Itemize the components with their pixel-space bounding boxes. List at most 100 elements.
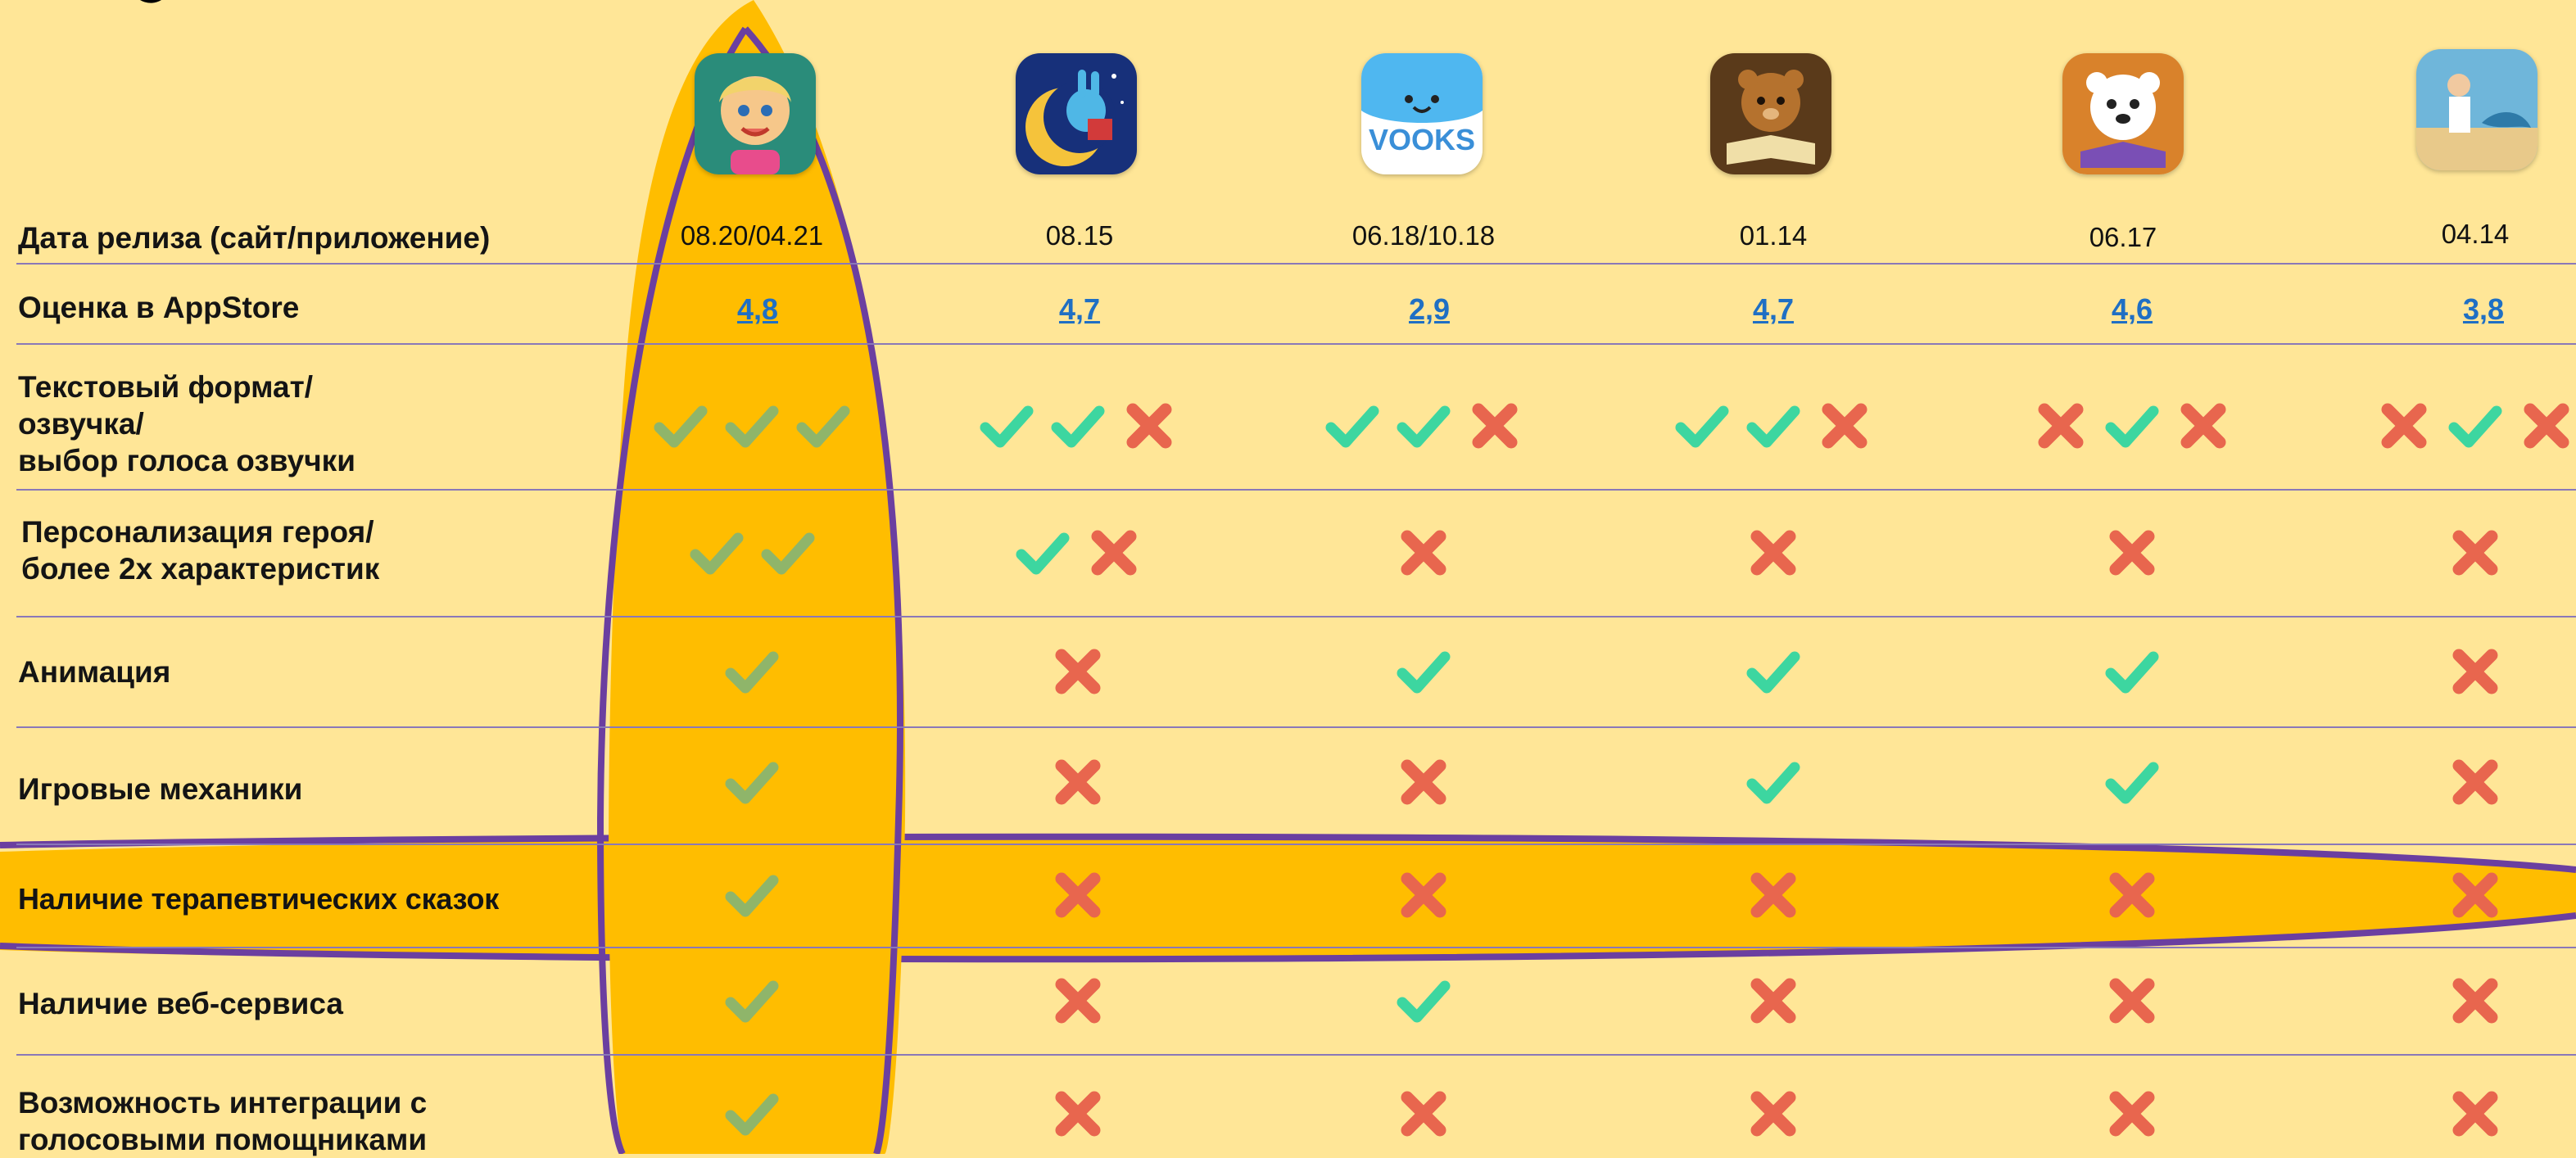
cross-icon — [1048, 753, 1107, 812]
appstore-rating-link[interactable]: 4,8 — [692, 292, 823, 327]
row-divider — [16, 489, 2576, 491]
check-icon — [2446, 396, 2505, 455]
cross-icon — [2517, 396, 2576, 455]
check-icon — [1673, 396, 1732, 455]
cross-icon — [1048, 1084, 1107, 1143]
row-label-line: озвучка/ — [18, 407, 144, 441]
cross-icon — [2446, 971, 2505, 1030]
row-divider — [16, 844, 2576, 845]
app-icon-3[interactable]: VOOKS — [1361, 53, 1483, 174]
app-icon-5[interactable] — [2062, 53, 2184, 174]
row-label-appstore-rating: Оценка в AppStore — [18, 291, 300, 324]
row-divider — [16, 263, 2576, 265]
cross-icon — [1744, 523, 1803, 582]
cross-icon — [1048, 642, 1107, 701]
check-icon — [2103, 642, 2162, 701]
check-icon — [1394, 396, 1453, 455]
check-icon — [977, 396, 1036, 455]
cross-icon — [1465, 396, 1524, 455]
vooks-cloud-icon: VOOKS — [1361, 53, 1483, 174]
row-label-personalization: Персонализация героя/ более 2х характери… — [21, 513, 379, 587]
row-label-game-mechanics: Игровые механики — [18, 772, 303, 806]
cross-icon — [2031, 396, 2090, 455]
row-label-web-service: Наличие веб-сервиса — [18, 987, 344, 1020]
girl-face-icon — [695, 53, 816, 174]
white-bear-icon — [2062, 53, 2184, 174]
check-icon — [722, 866, 781, 925]
cross-icon — [1048, 971, 1107, 1030]
cross-icon — [1744, 971, 1803, 1030]
release-date-cell: 06.17 — [2089, 222, 2157, 252]
bear-book-icon — [1710, 53, 1831, 174]
cross-icon — [2103, 523, 2162, 582]
check-icon — [722, 396, 781, 455]
release-date-cell: 04.14 — [2441, 219, 2510, 249]
app-icon-6[interactable] — [2416, 49, 2538, 170]
check-icon — [722, 971, 781, 1030]
cross-icon — [2375, 396, 2433, 455]
app-icon-4[interactable] — [1710, 53, 1831, 174]
appstore-rating-link[interactable]: 4,6 — [2067, 292, 2198, 327]
cross-icon — [1815, 396, 1874, 455]
appstore-rating-link[interactable]: 3,8 — [2418, 292, 2549, 327]
check-icon — [1744, 753, 1803, 812]
row-label-line: выбор голоса озвучки — [18, 444, 355, 477]
fisherman-icon — [2416, 49, 2538, 170]
cross-icon — [1084, 523, 1143, 582]
release-date-cell: 01.14 — [1739, 220, 1808, 251]
cross-icon — [1394, 866, 1453, 925]
row-divider — [16, 616, 2576, 617]
appstore-rating-link[interactable]: 4,7 — [1014, 292, 1145, 327]
cross-icon — [2446, 1084, 2505, 1143]
row-divider — [16, 947, 2576, 948]
check-icon — [651, 396, 710, 455]
cross-icon — [1120, 396, 1179, 455]
cross-icon — [2446, 753, 2505, 812]
check-icon — [722, 753, 781, 812]
check-icon — [1394, 642, 1453, 701]
row-divider — [16, 1054, 2576, 1056]
row-label-line: более 2х характеристик — [21, 552, 380, 586]
cross-icon — [1394, 1084, 1453, 1143]
cross-icon — [1394, 753, 1453, 812]
cross-icon — [2446, 866, 2505, 925]
cross-icon — [2446, 523, 2505, 582]
row-divider — [16, 343, 2576, 345]
release-date-cell: 08.20/04.21 — [680, 220, 824, 251]
vooks-wordmark: VOOKS — [1369, 123, 1475, 156]
cross-icon — [1048, 866, 1107, 925]
row-label-release-date: Дата релиза (сайт/приложение) — [18, 221, 491, 255]
row-label-animation: Анимация — [18, 655, 171, 689]
release-date-cell: 08.15 — [1045, 220, 1114, 251]
check-icon — [722, 642, 781, 701]
bunny-moon-icon — [1016, 53, 1137, 174]
check-icon — [794, 396, 853, 455]
row-label-line: Возможность интеграции с — [18, 1086, 428, 1120]
cross-icon — [2174, 396, 2233, 455]
row-label-line: Персонализация героя/ — [21, 515, 374, 549]
check-icon — [1394, 971, 1453, 1030]
check-icon — [1013, 523, 1072, 582]
cross-icon — [1744, 1084, 1803, 1143]
cross-icon — [2103, 1084, 2162, 1143]
check-icon — [1323, 396, 1382, 455]
check-icon — [2103, 753, 2162, 812]
appstore-rating-link[interactable]: 2,9 — [1364, 292, 1495, 327]
row-label-line: голосовыми помощниками — [18, 1123, 428, 1156]
cross-icon — [1394, 523, 1453, 582]
app-icon-1[interactable] — [695, 53, 816, 174]
row-label-line: Текстовый формат/ — [18, 370, 314, 404]
check-icon — [687, 523, 746, 582]
cross-icon — [2103, 971, 2162, 1030]
check-icon — [722, 1084, 781, 1143]
check-icon — [758, 523, 817, 582]
cross-icon — [2103, 866, 2162, 925]
row-label-voice-assistants: Возможность интеграции с голосовыми помо… — [18, 1084, 427, 1158]
cross-icon — [2446, 642, 2505, 701]
app-icon-2[interactable] — [1016, 53, 1137, 174]
highlight-overlay — [0, 0, 2576, 1154]
appstore-rating-link[interactable]: 4,7 — [1708, 292, 1839, 327]
row-label-therapeutic-tales: Наличие терапевтических сказок — [18, 882, 500, 916]
release-date-cell: 06.18/10.18 — [1351, 220, 1496, 251]
check-icon — [1744, 642, 1803, 701]
